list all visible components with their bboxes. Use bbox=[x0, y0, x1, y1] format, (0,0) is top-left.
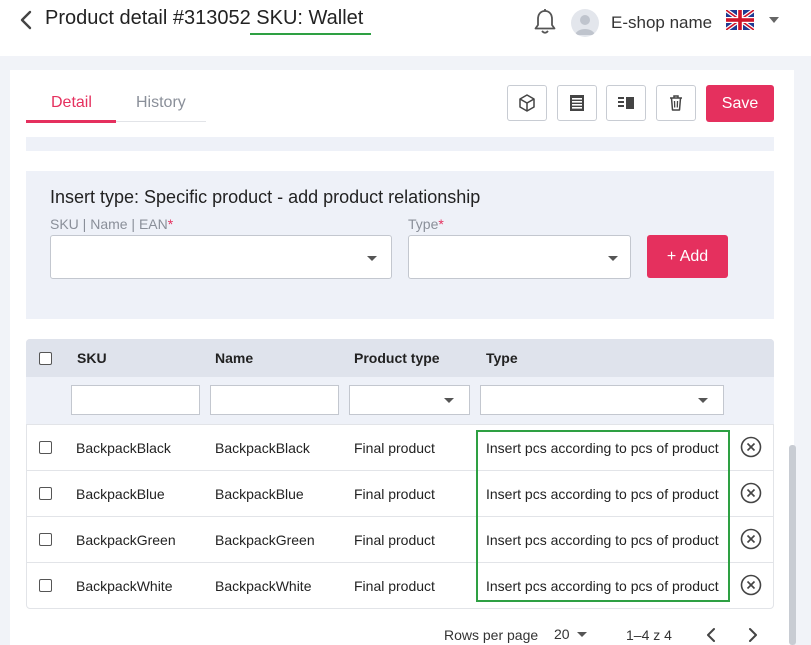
cell-sku: BackpackWhite bbox=[76, 578, 173, 594]
barcode-list-button[interactable] bbox=[557, 85, 597, 121]
cell-product-type: Final product bbox=[354, 532, 435, 548]
remove-circle-icon[interactable] bbox=[740, 574, 762, 596]
chevron-down-icon[interactable] bbox=[577, 632, 587, 637]
chevron-down-icon bbox=[367, 256, 377, 261]
sku-field-label: SKU | Name | EAN* bbox=[50, 216, 173, 232]
type-field-label: Type* bbox=[408, 216, 444, 232]
column-header-type[interactable]: Type bbox=[486, 350, 518, 366]
package-button[interactable] bbox=[507, 85, 547, 121]
trash-icon bbox=[670, 95, 682, 111]
columns-button[interactable] bbox=[606, 85, 646, 121]
cell-product-type: Final product bbox=[354, 486, 435, 502]
row-divider bbox=[26, 424, 774, 425]
type-label-text: Type bbox=[408, 216, 439, 232]
remove-circle-icon[interactable] bbox=[740, 528, 762, 550]
cell-name: BackpackBlack bbox=[215, 440, 310, 456]
chevron-left-icon[interactable] bbox=[16, 8, 38, 32]
add-button[interactable]: + Add bbox=[647, 235, 728, 278]
rows-per-page-label: Rows per page bbox=[444, 627, 539, 643]
tab-active-indicator bbox=[26, 120, 116, 123]
uk-flag-icon[interactable] bbox=[726, 10, 754, 30]
type-filter-select[interactable] bbox=[480, 385, 724, 415]
title-underline bbox=[250, 33, 371, 35]
save-button[interactable]: Save bbox=[706, 85, 774, 122]
sku-label-text: SKU | Name | EAN bbox=[50, 216, 168, 232]
required-mark: * bbox=[167, 216, 174, 232]
insert-title: Insert type: Specific product - add prod… bbox=[50, 187, 481, 207]
cell-product-type: Final product bbox=[354, 440, 435, 456]
cell-name: BackpackGreen bbox=[215, 532, 315, 548]
chevron-right-icon[interactable] bbox=[744, 626, 760, 644]
chevron-down-icon bbox=[608, 256, 618, 261]
package-icon bbox=[519, 94, 535, 112]
user-avatar-icon[interactable] bbox=[571, 9, 599, 37]
chevron-down-icon[interactable] bbox=[769, 17, 779, 23]
type-select[interactable] bbox=[408, 235, 631, 279]
row-checkbox[interactable] bbox=[39, 487, 52, 500]
section-stripe bbox=[26, 137, 774, 151]
bell-icon[interactable] bbox=[532, 8, 558, 36]
sku-filter-input[interactable] bbox=[71, 385, 200, 415]
remove-circle-icon[interactable] bbox=[740, 436, 762, 458]
cell-product-type: Final product bbox=[354, 578, 435, 594]
select-all-checkbox[interactable] bbox=[39, 352, 52, 365]
cell-sku: BackpackBlue bbox=[76, 486, 165, 502]
shop-name[interactable]: E-shop name bbox=[611, 13, 712, 33]
type-column-highlight bbox=[476, 430, 730, 602]
column-header-sku[interactable]: SKU bbox=[77, 350, 107, 366]
chevron-left-icon[interactable] bbox=[704, 626, 720, 644]
product-type-filter-select[interactable] bbox=[349, 385, 470, 415]
columns-icon bbox=[618, 97, 634, 109]
cell-sku: BackpackBlack bbox=[76, 440, 171, 456]
delete-button[interactable] bbox=[656, 85, 696, 121]
tab-history[interactable]: History bbox=[136, 94, 186, 112]
barcode-list-icon bbox=[570, 95, 584, 111]
column-header-name[interactable]: Name bbox=[215, 350, 253, 366]
cell-name: BackpackBlue bbox=[215, 486, 304, 502]
sku-select[interactable] bbox=[50, 235, 392, 279]
row-checkbox[interactable] bbox=[39, 441, 52, 454]
cell-name: BackpackWhite bbox=[215, 578, 312, 594]
rows-per-page-select[interactable]: 20 bbox=[554, 626, 570, 642]
page-title: Product detail #313052 SKU: Wallet bbox=[45, 7, 364, 29]
scrollbar[interactable] bbox=[789, 445, 796, 645]
row-checkbox[interactable] bbox=[39, 533, 52, 546]
chevron-down-icon bbox=[444, 398, 454, 403]
required-mark: * bbox=[438, 216, 444, 232]
chevron-down-icon bbox=[698, 398, 708, 403]
page-range: 1–4 z 4 bbox=[626, 627, 672, 643]
tab-detail[interactable]: Detail bbox=[51, 94, 92, 112]
cell-sku: BackpackGreen bbox=[76, 532, 176, 548]
name-filter-input[interactable] bbox=[210, 385, 339, 415]
column-header-product-type[interactable]: Product type bbox=[354, 350, 440, 366]
remove-circle-icon[interactable] bbox=[740, 482, 762, 504]
row-checkbox[interactable] bbox=[39, 579, 52, 592]
